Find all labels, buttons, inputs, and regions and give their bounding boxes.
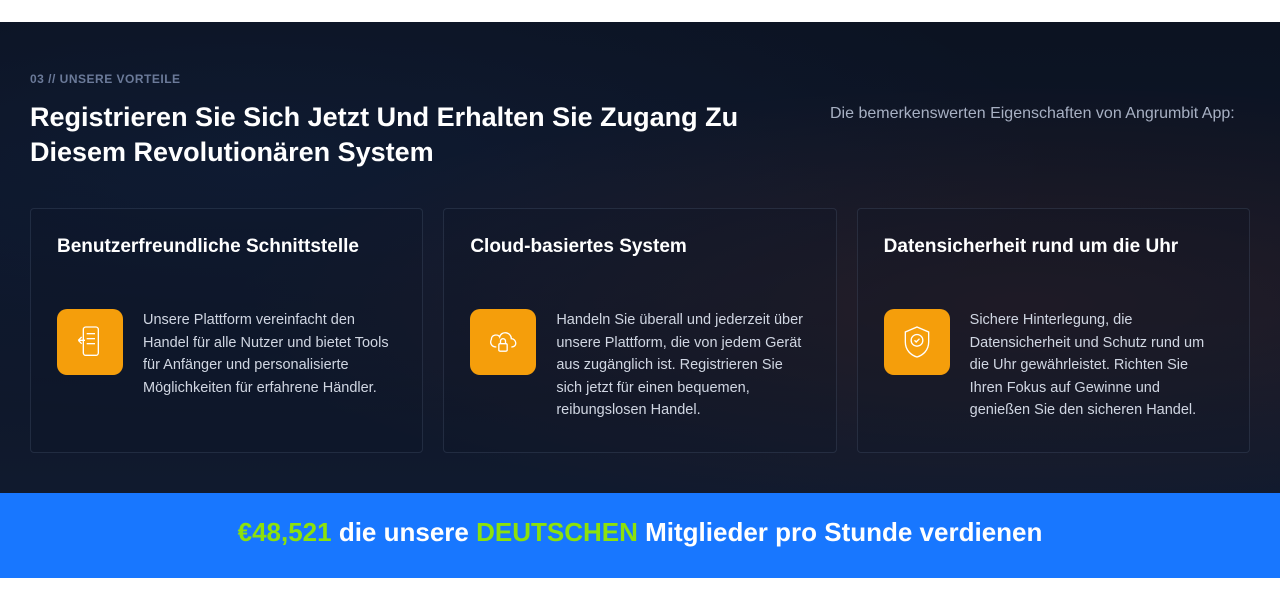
feature-card-body: Unsere Plattform vereinfacht den Handel … [57,309,396,399]
feature-card-security: Datensicherheit rund um die Uhr Sichere … [857,208,1250,452]
interface-icon [57,309,123,375]
earnings-banner: €48,521 die unsere DEUTSCHEN Mitglieder … [0,493,1280,578]
feature-card-text: Unsere Plattform vereinfacht den Handel … [143,309,396,399]
section-headline: Registrieren Sie Sich Jetzt Und Erhalten… [30,100,790,170]
feature-card-title: Datensicherheit rund um die Uhr [884,235,1223,285]
section-subhead: Die bemerkenswerten Eigenschaften von An… [830,100,1250,170]
feature-card-text: Handeln Sie überall und jederzeit über u… [556,309,809,421]
heading-row: Registrieren Sie Sich Jetzt Und Erhalten… [30,100,1250,170]
feature-card-body: Handeln Sie überall und jederzeit über u… [470,309,809,421]
feature-card-title: Cloud-basiertes System [470,235,809,285]
feature-card-body: Sichere Hinterlegung, die Datensicherhei… [884,309,1223,421]
earnings-highlight: DEUTSCHEN [476,517,638,547]
earnings-banner-text: €48,521 die unsere DEUTSCHEN Mitglieder … [20,517,1260,548]
bottom-spacer [0,578,1280,592]
advantages-section: 03 // UNSERE VORTEILE Registrieren Sie S… [0,22,1280,493]
section-eyebrow: 03 // UNSERE VORTEILE [30,72,1250,86]
top-spacer [0,0,1280,22]
cloud-lock-icon [470,309,536,375]
feature-card-title: Benutzerfreundliche Schnittstelle [57,235,396,285]
feature-card-interface: Benutzerfreundliche Schnittstelle Unsere… [30,208,423,452]
earnings-text-2: Mitglieder pro Stunde verdienen [638,517,1043,547]
earnings-amount: €48,521 [238,517,332,547]
feature-card-cloud: Cloud-basiertes System Handeln Sie übera… [443,208,836,452]
earnings-text-1: die unsere [332,517,477,547]
feature-cards: Benutzerfreundliche Schnittstelle Unsere… [30,208,1250,452]
feature-card-text: Sichere Hinterlegung, die Datensicherhei… [970,309,1223,421]
shield-badge-icon [884,309,950,375]
